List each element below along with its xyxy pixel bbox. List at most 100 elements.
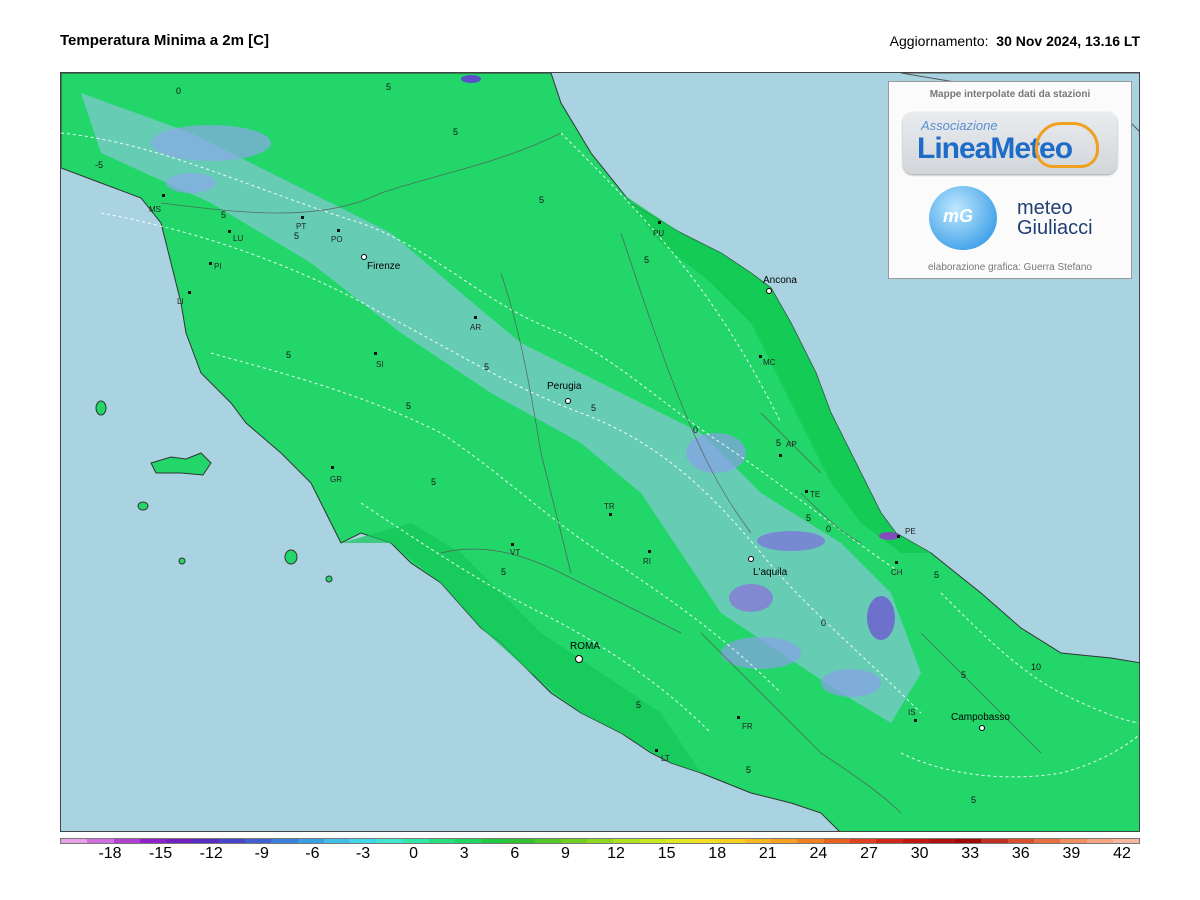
svg-text:PT: PT	[296, 222, 306, 231]
cold-spot-j	[879, 532, 899, 540]
colorbar-swatch	[166, 839, 193, 843]
svg-text:GR: GR	[330, 475, 342, 484]
graphics-credit: elaborazione grafica: Guerra Stefano	[928, 262, 1092, 273]
lineameteo-small-text: Associazione	[921, 118, 998, 133]
colorbar-tick-label: 24	[809, 845, 828, 862]
source-info-panel: Mappe interpolate dati da stazioni Assoc…	[888, 81, 1132, 279]
svg-text:CH: CH	[891, 568, 903, 577]
colorbar-swatch	[1060, 839, 1087, 843]
cold-spot-f	[867, 596, 895, 640]
iso-label: 0	[826, 524, 831, 534]
colorbar-swatch	[481, 839, 509, 843]
colorbar-ticks: -18 -15 -12 -9 -6 -3 0 3 6 9 12 15 18 21 24 27 30 33 36 39 4…	[60, 845, 1140, 867]
iso-label: 5	[636, 700, 641, 710]
colorbar-swatch	[902, 839, 929, 843]
colorbar-swatch	[665, 839, 693, 843]
mg-line1: meteo	[1017, 197, 1073, 219]
iso-label: 5	[294, 231, 299, 241]
svg-text:Campobasso: Campobasso	[951, 712, 1010, 723]
colorbar-swatch	[692, 839, 719, 843]
colorbar-swatch	[218, 839, 246, 843]
iso-label: -5	[95, 160, 103, 170]
update-label: Aggiornamento:	[889, 33, 989, 49]
iso-label: 5	[961, 670, 966, 680]
colorbar-swatch	[1086, 839, 1113, 843]
cloud-icon	[1035, 122, 1099, 168]
cold-spot-e	[729, 584, 773, 612]
svg-text:VT: VT	[510, 548, 520, 557]
city-ancona[interactable]: Ancona	[763, 275, 797, 294]
colorbar-tick-label: 42	[1113, 845, 1131, 862]
colorbar-swatch	[455, 839, 482, 843]
colorbar-swatch	[981, 839, 1008, 843]
svg-text:Firenze: Firenze	[367, 261, 401, 272]
colorbar-tick-label: 15	[657, 845, 676, 862]
colorbar-swatch	[192, 839, 219, 843]
colorbar-swatch	[271, 839, 298, 843]
cold-spot-a	[151, 125, 271, 161]
colorbar-swatch	[1112, 839, 1140, 843]
iso-label: 5	[539, 195, 544, 205]
iso-label: 5	[776, 438, 781, 448]
colorbar-tick-label: 12	[607, 845, 625, 862]
colorbar-swatch	[928, 839, 956, 843]
colorbar-tick-label: -3	[355, 845, 371, 862]
iso-label: 0	[821, 618, 826, 628]
colorbar-tick-label: 21	[758, 845, 777, 862]
colorbar-swatch	[323, 839, 351, 843]
colorbar-tick-label: -18	[98, 845, 122, 862]
svg-text:PI: PI	[214, 262, 222, 271]
colorbar-tick-label: 3	[459, 845, 469, 862]
colorbar-swatch	[139, 839, 167, 843]
colorbar-tick-label: 9	[560, 845, 570, 862]
colorbar-tick-label: -12	[199, 845, 223, 862]
colorbar-tick-label: 27	[860, 845, 878, 862]
mg-mark-text: mG	[943, 206, 974, 226]
iso-label: 5	[934, 570, 939, 580]
iso-label: 5	[286, 350, 291, 360]
iso-label: 5	[746, 765, 751, 775]
svg-text:AR: AR	[470, 323, 481, 332]
iso-label: 5	[453, 127, 458, 137]
colorbar-swatch	[508, 839, 535, 843]
svg-text:PE: PE	[905, 527, 916, 536]
colorbar-swatch	[823, 839, 850, 843]
svg-text:IS: IS	[908, 708, 916, 717]
iso-label: 10	[1031, 662, 1041, 672]
iso-label: 5	[386, 82, 391, 92]
mg-line2: Giuliacci	[1017, 217, 1093, 239]
cold-spot-d	[757, 531, 825, 551]
update-timestamp: Aggiornamento: 30 Nov 2024, 13.16 LT	[890, 33, 1140, 49]
svg-text:TR: TR	[604, 502, 615, 511]
island-capraia	[95, 400, 107, 416]
svg-text:RI: RI	[643, 557, 651, 566]
colorbar-swatch	[61, 839, 88, 843]
cold-spot-b	[166, 173, 216, 193]
meteogiuliacci-name: meteo Giuliacci	[1017, 198, 1093, 238]
colorbar-swatch	[744, 839, 772, 843]
colorbar-swatch	[402, 839, 430, 843]
colorbar-tick-label: 36	[1011, 845, 1030, 862]
colorbar-swatch	[113, 839, 140, 843]
iso-label: 5	[221, 210, 226, 220]
colorbar-tick-label: 30	[910, 845, 929, 862]
colorbar-swatch	[1033, 839, 1061, 843]
svg-text:FR: FR	[742, 722, 753, 731]
svg-text:PU: PU	[653, 229, 664, 238]
colorbar-tick-label: 6	[510, 845, 520, 862]
province-pe[interactable]: PE	[897, 527, 916, 538]
svg-text:Ancona: Ancona	[763, 275, 797, 286]
colorbar-swatch	[586, 839, 614, 843]
iso-label: 5	[591, 403, 596, 413]
svg-text:ROMA: ROMA	[570, 641, 600, 652]
colorbar-swatch	[718, 839, 745, 843]
temperature-map[interactable]: 5 0 5 -5 5 5 5 5 5 5 5 5 5 0 0 5 5 5 0 5…	[60, 72, 1140, 832]
colorbar-swatch	[1007, 839, 1034, 843]
iso-label: 5	[484, 362, 489, 372]
info-heading: Mappe interpolate dati da stazioni	[929, 89, 1091, 100]
iso-label: 5	[501, 567, 506, 577]
colorbar-tick-label: -15	[149, 845, 173, 862]
iso-label: 0	[693, 425, 698, 435]
colorbar-tick-label: 0	[409, 845, 419, 862]
svg-text:MS: MS	[149, 205, 161, 214]
